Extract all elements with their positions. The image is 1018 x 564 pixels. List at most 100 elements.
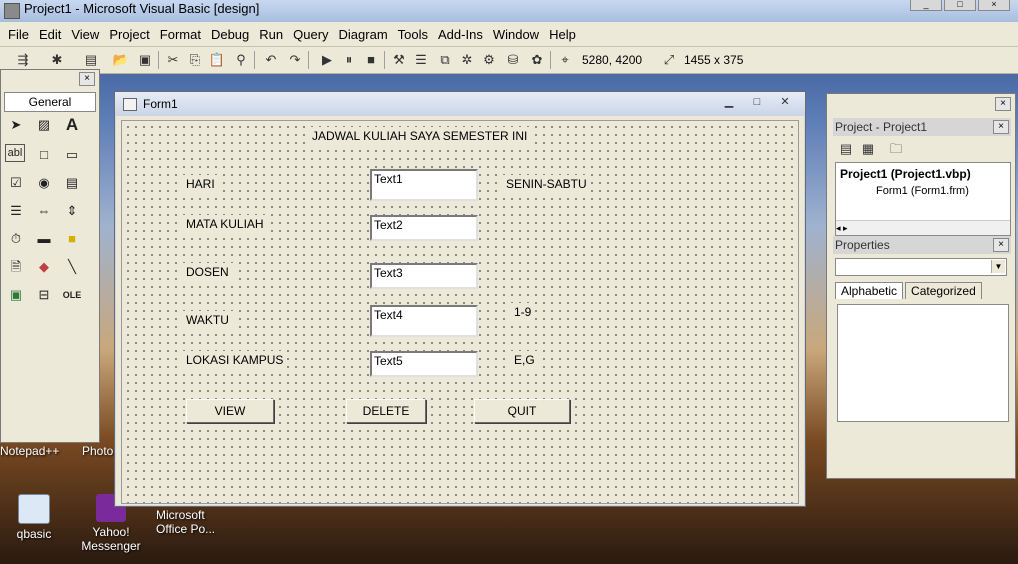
toolbox-close-icon[interactable]: × [79, 72, 95, 86]
label-waktu[interactable]: WAKTU [182, 311, 233, 329]
view-object-icon[interactable]: ▦ [859, 140, 877, 158]
end-icon[interactable]: ■ [362, 51, 380, 69]
add-form-icon[interactable]: ✱ [48, 51, 66, 69]
line-tool-icon[interactable]: ╲ [61, 256, 83, 278]
menu-format[interactable]: Format [155, 27, 206, 42]
textbox-text4[interactable]: Text4 [370, 305, 478, 337]
drivelistbox-tool-icon[interactable]: ▬ [33, 228, 55, 250]
optionbutton-tool-icon[interactable]: ◉ [33, 172, 55, 194]
open-project-icon[interactable]: 📂 [112, 51, 130, 69]
copy-icon[interactable]: ⎘ [186, 51, 204, 69]
label-dosen[interactable]: DOSEN [182, 263, 233, 281]
properties-window-icon[interactable]: ☰ [412, 51, 430, 69]
start-icon[interactable]: ▶ [318, 51, 336, 69]
label-lokasi-kampus[interactable]: LOKASI KAMPUS [182, 351, 288, 369]
label-mata-kuliah[interactable]: MATA KULIAH [182, 215, 268, 233]
tab-alphabetic[interactable]: Alphabetic [835, 282, 904, 299]
save-project-icon[interactable]: ▣ [136, 51, 154, 69]
label-lokasi-value[interactable]: E,G [510, 351, 539, 369]
project-tree-scrollbar[interactable]: ◂ ▸ [836, 220, 1010, 235]
desktop-icon-qbasic[interactable]: qbasic [8, 494, 60, 541]
properties-object-combo[interactable]: ▼ [835, 258, 1007, 276]
toolbox-general-tab[interactable]: General [4, 92, 96, 112]
combobox-tool-icon[interactable]: ▤ [61, 172, 83, 194]
project-explorer-icon[interactable]: ⚒ [390, 51, 408, 69]
dirlistbox-tool-icon[interactable]: ■ [61, 228, 83, 250]
commandbutton-tool-icon[interactable]: ▭ [61, 144, 83, 166]
chevron-down-icon[interactable]: ▼ [991, 260, 1005, 273]
delete-button[interactable]: DELETE [346, 399, 426, 423]
menu-editor-icon[interactable]: ▤ [82, 51, 100, 69]
vscrollbar-tool-icon[interactable]: ⇕ [61, 200, 83, 222]
label-senin-sabtu[interactable]: SENIN-SABTU [502, 175, 591, 193]
frame-tool-icon[interactable]: □ [33, 144, 55, 166]
checkbox-tool-icon[interactable]: ☑ [5, 172, 27, 194]
properties-list[interactable] [837, 304, 1009, 422]
view-code-icon[interactable]: ▤ [837, 140, 855, 158]
menu-run[interactable]: Run [254, 27, 288, 42]
break-icon[interactable]: ⏸ [340, 51, 358, 69]
data-view-icon[interactable]: ⛁ [504, 51, 522, 69]
form-maximize-button[interactable]: □ [747, 95, 767, 109]
find-icon[interactable]: ⚲ [232, 51, 250, 69]
undo-icon[interactable]: ↶ [262, 51, 280, 69]
redo-icon[interactable]: ↷ [286, 51, 304, 69]
desktop-icon-office[interactable]: Microsoft Office Po... [156, 508, 222, 536]
desktop-label-photo[interactable]: Photo [82, 444, 113, 458]
listbox-tool-icon[interactable]: ☰ [5, 200, 27, 222]
data-tool-icon[interactable]: ⊟ [33, 284, 55, 306]
form-heading-label[interactable]: JADWAL KULIAH SAYA SEMESTER INI [308, 127, 532, 145]
pointer-icon[interactable]: ➤ [5, 114, 27, 136]
desktop-label-notepadpp[interactable]: Notepad++ [0, 444, 59, 458]
form-canvas[interactable]: JADWAL KULIAH SAYA SEMESTER INI HARI MAT… [121, 120, 799, 504]
textbox-text3[interactable]: Text3 [370, 263, 478, 289]
menu-view[interactable]: View [66, 27, 104, 42]
menu-file[interactable]: File [0, 27, 34, 42]
label-hari[interactable]: HARI [182, 175, 219, 193]
menu-tools[interactable]: Tools [393, 27, 433, 42]
menu-help[interactable]: Help [544, 27, 581, 42]
object-browser-icon[interactable]: ✲ [458, 51, 476, 69]
shape-tool-icon[interactable]: ◆ [33, 256, 55, 278]
view-button[interactable]: VIEW [186, 399, 274, 423]
timer-tool-icon[interactable]: ⏱ [5, 228, 27, 250]
menu-add-ins[interactable]: Add-Ins [433, 27, 488, 42]
label-waktu-value[interactable]: 1-9 [510, 303, 536, 321]
menu-edit[interactable]: Edit [34, 27, 66, 42]
menu-diagram[interactable]: Diagram [334, 27, 393, 42]
project-tree[interactable]: Project1 (Project1.vbp) Form1 (Form1.frm… [835, 162, 1011, 236]
add-project-icon[interactable]: ⇶ [14, 51, 32, 69]
form-close-button[interactable]: ✕ [775, 95, 795, 109]
menu-query[interactable]: Query [288, 27, 333, 42]
filelistbox-tool-icon[interactable]: 🗎 [5, 256, 27, 278]
project-tree-root[interactable]: Project1 (Project1.vbp) [840, 167, 971, 181]
paste-icon[interactable]: 📋 [208, 51, 226, 69]
textbox-text5[interactable]: Text5 [370, 351, 478, 377]
minimize-button[interactable]: _ [910, 0, 942, 11]
maximize-button[interactable]: □ [944, 0, 976, 11]
image-tool-icon[interactable]: ▣ [5, 284, 27, 306]
ole-tool-icon[interactable]: OLE [61, 284, 83, 306]
properties-panel-close-icon[interactable]: × [993, 238, 1009, 252]
dock-close-icon[interactable]: × [995, 97, 1011, 111]
quit-button[interactable]: QUIT [474, 399, 570, 423]
textbox-text2[interactable]: Text2 [370, 215, 478, 241]
menu-project[interactable]: Project [104, 27, 154, 42]
visual-component-manager-icon[interactable]: ✿ [528, 51, 546, 69]
picturebox-icon[interactable]: ▨ [33, 114, 55, 136]
project-panel-close-icon[interactable]: × [993, 120, 1009, 134]
cut-icon[interactable]: ✂ [164, 51, 182, 69]
project-tree-form1[interactable]: Form1 (Form1.frm) [876, 185, 969, 197]
close-button[interactable]: × [978, 0, 1010, 11]
toolbox-icon[interactable]: ⚙ [480, 51, 498, 69]
form-minimize-button[interactable]: ▁ [719, 95, 739, 109]
toggle-folders-icon[interactable]: 🗀 [887, 140, 905, 158]
menu-window[interactable]: Window [488, 27, 544, 42]
tab-categorized[interactable]: Categorized [905, 282, 982, 299]
hscrollbar-tool-icon[interactable]: ⇔ [33, 200, 55, 222]
textbox-tool-icon[interactable]: abl [5, 144, 25, 162]
label-tool-icon[interactable]: A [61, 114, 83, 136]
menu-debug[interactable]: Debug [206, 27, 254, 42]
textbox-text1[interactable]: Text1 [370, 169, 478, 201]
form-layout-icon[interactable]: ⧉ [436, 51, 454, 69]
